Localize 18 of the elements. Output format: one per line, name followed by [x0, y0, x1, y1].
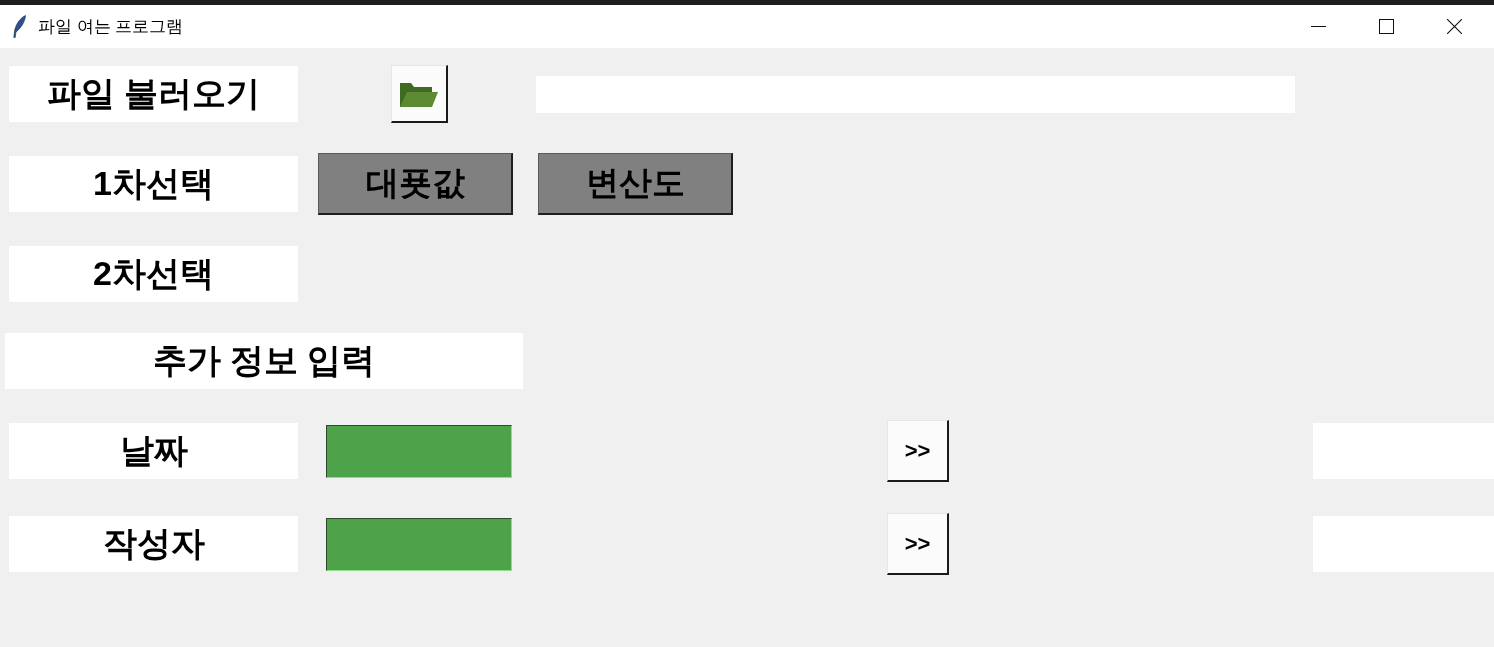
second-choice-label: 2차선택 [9, 246, 298, 302]
forward-button[interactable]: >> [887, 513, 949, 575]
minimize-icon [1310, 26, 1326, 27]
choice-button[interactable]: 변산도 [538, 153, 733, 215]
file-load-label: 파일 불러오기 [9, 66, 298, 122]
close-icon [1446, 19, 1462, 34]
input-field[interactable] [326, 517, 512, 571]
extra-info-heading: 추가 정보 입력 [5, 333, 523, 389]
field-label: 날짜 [9, 423, 298, 479]
maximize-icon [1378, 19, 1394, 34]
window-title: 파일 여는 프로그램 [38, 16, 184, 38]
forward-button[interactable]: >> [887, 420, 949, 482]
field-label: 작성자 [9, 516, 298, 572]
input-field[interactable] [326, 424, 512, 478]
open-folder-button[interactable] [391, 65, 448, 123]
feather-icon [13, 15, 27, 38]
choice-button[interactable]: 대푯값 [318, 153, 513, 215]
first-choice-label: 1차선택 [9, 156, 298, 212]
